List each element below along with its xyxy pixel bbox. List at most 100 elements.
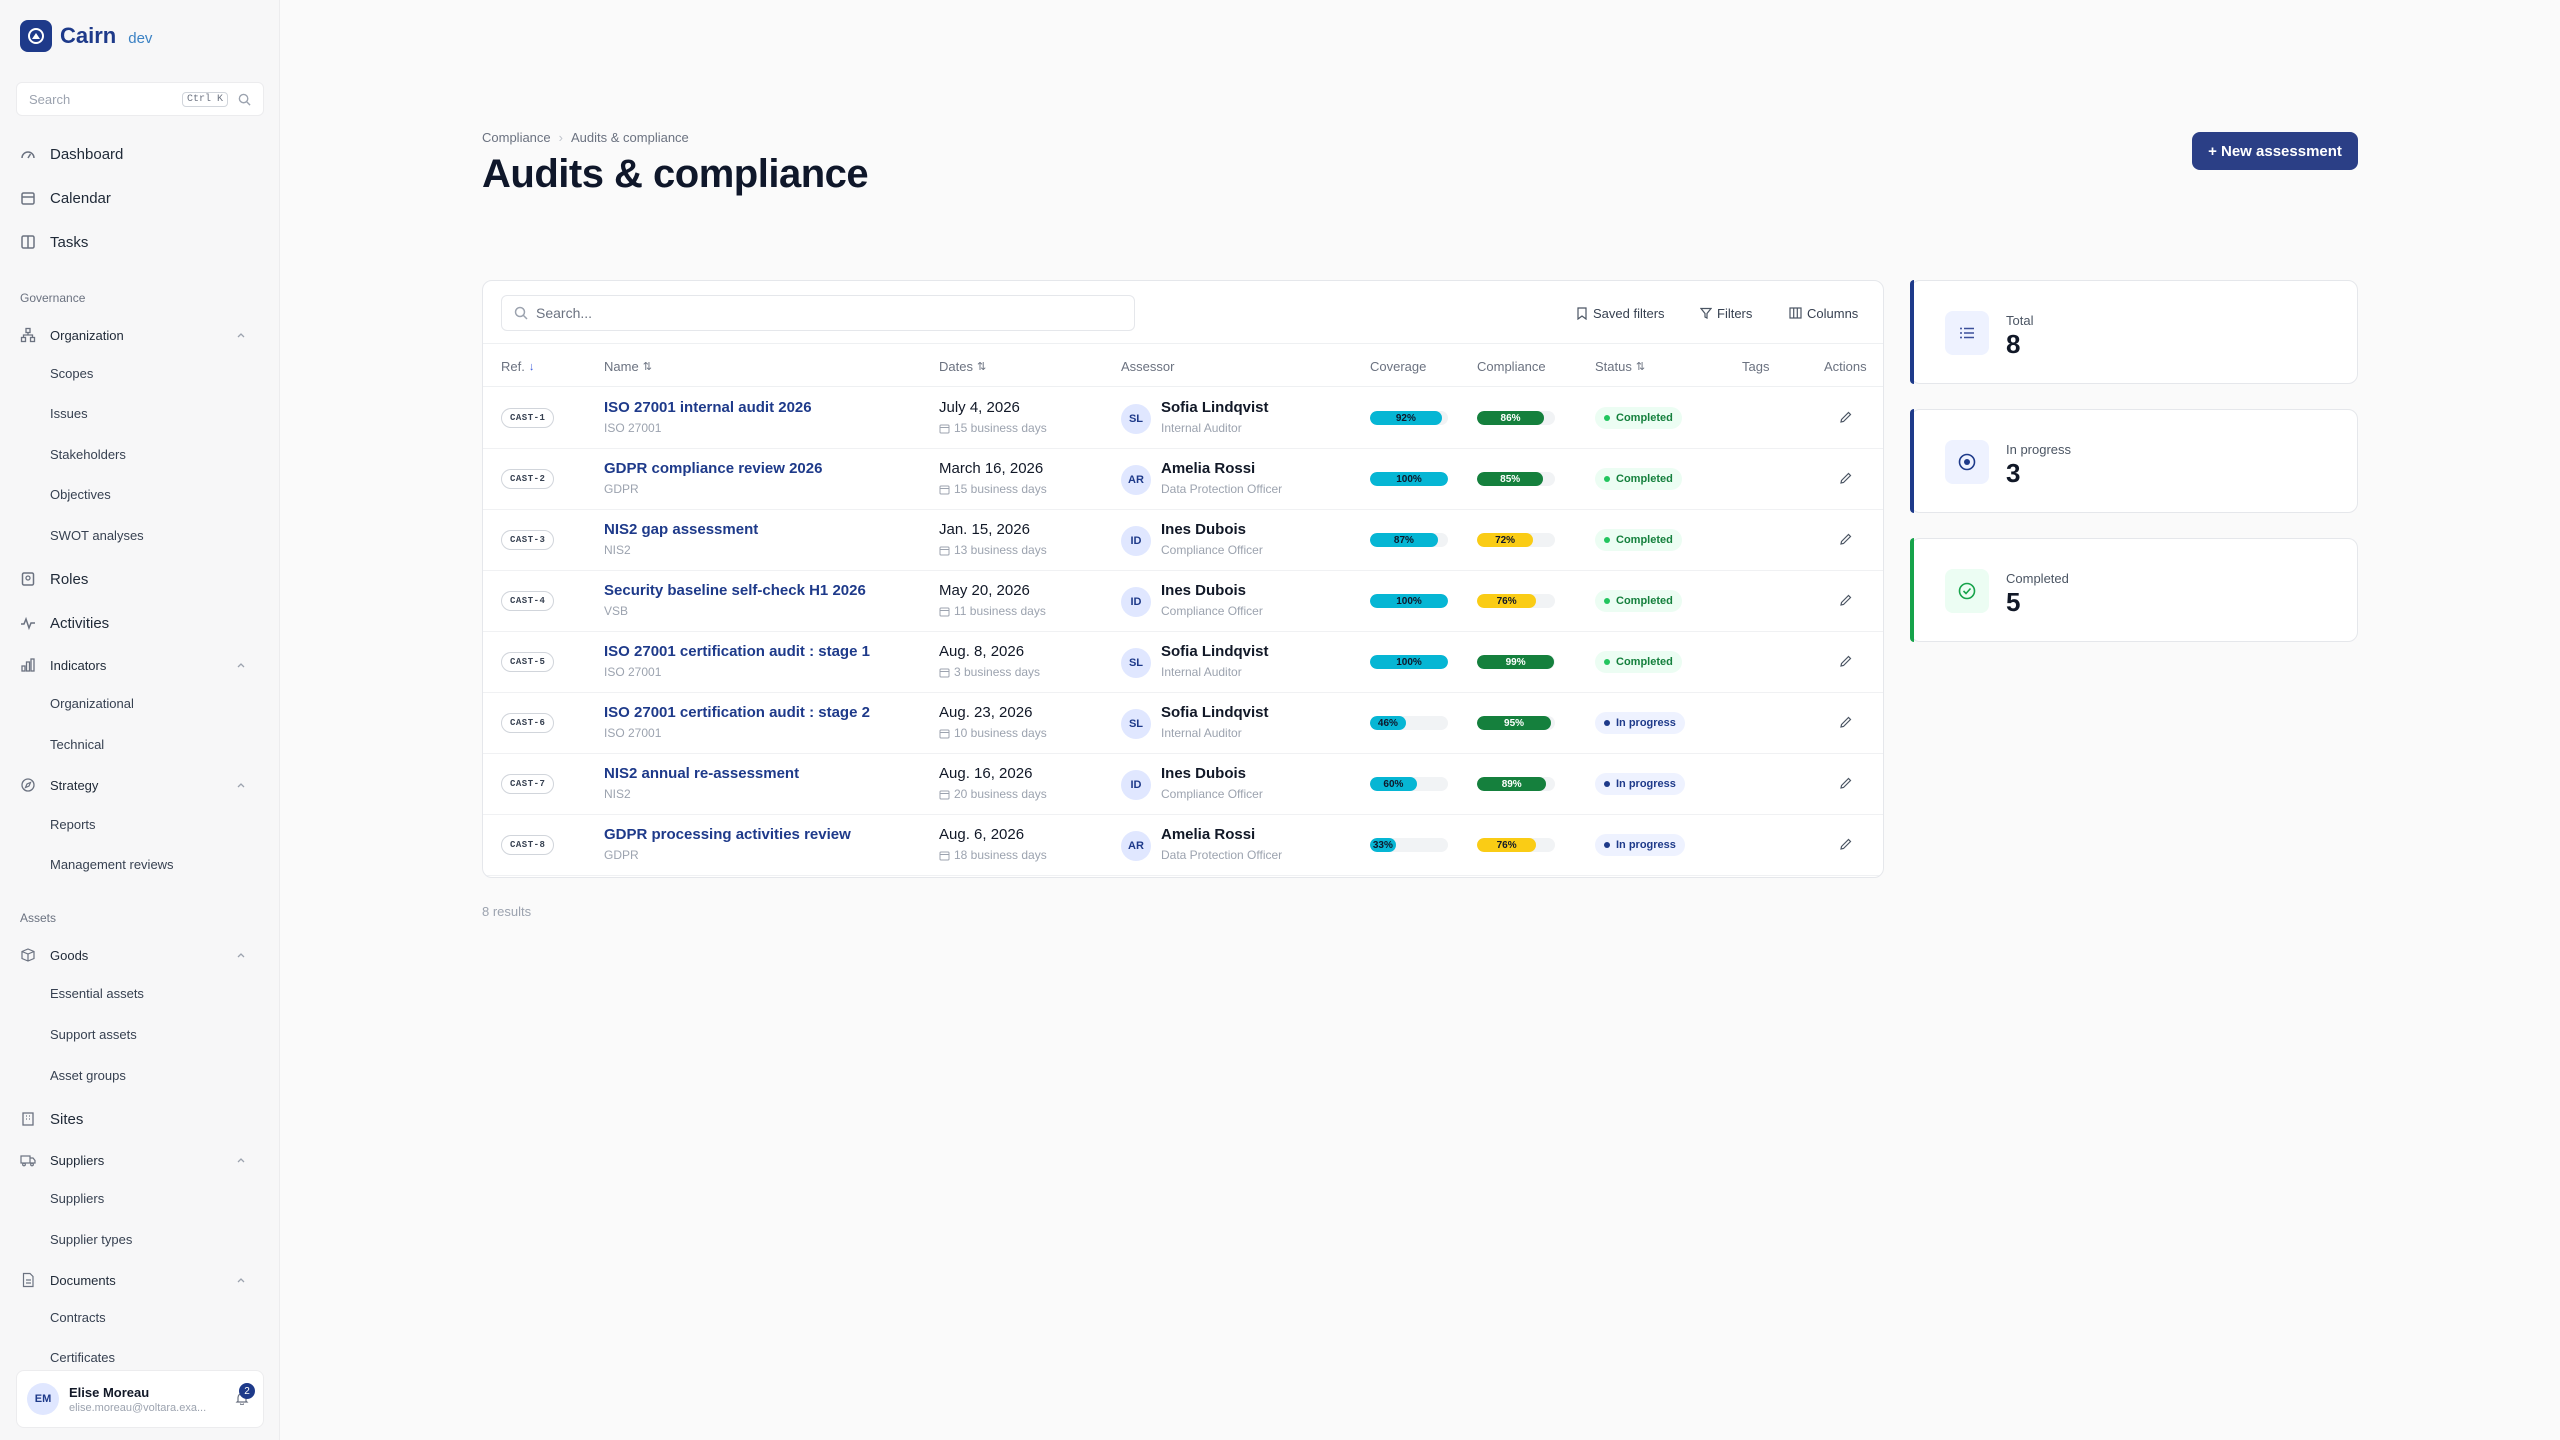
sidebar-item-management-reviews[interactable]: Management reviews xyxy=(50,857,174,872)
column-dates[interactable]: Dates ⇅ xyxy=(939,359,986,374)
edit-button[interactable] xyxy=(1839,593,1853,612)
new-assessment-button[interactable]: + New assessment xyxy=(2192,132,2358,170)
ref-badge: CAST-3 xyxy=(501,530,555,550)
avatar: AR xyxy=(1121,465,1151,495)
avatar: ID xyxy=(1121,587,1151,617)
sidebar-item-objectives[interactable]: Objectives xyxy=(50,487,111,502)
assessment-name-link[interactable]: NIS2 gap assessment xyxy=(604,521,758,538)
sidebar-item-reports[interactable]: Reports xyxy=(50,817,96,832)
brand[interactable]: Cairn dev xyxy=(20,20,152,52)
sidebar-item-supplier-types[interactable]: Supplier types xyxy=(50,1232,132,1247)
edit-button[interactable] xyxy=(1839,715,1853,734)
filters-button[interactable]: Filters xyxy=(1694,299,1758,327)
sidebar-item-issues[interactable]: Issues xyxy=(50,406,88,421)
calendar-icon xyxy=(939,851,950,860)
table-row[interactable]: CAST-6 ISO 27001 certification audit : st… xyxy=(483,693,1883,754)
stat-accent xyxy=(1910,538,1914,642)
table-row[interactable]: CAST-8 GDPR processing activities review G… xyxy=(483,815,1883,876)
sidebar-item-certificates[interactable]: Certificates xyxy=(50,1350,115,1365)
sidebar-item-strategy[interactable]: Strategy xyxy=(20,771,264,799)
sidebar-search-input[interactable]: Search Ctrl K xyxy=(16,82,264,116)
stat-card-in-progress[interactable]: In progress 3 xyxy=(1910,409,2358,513)
framework-label: GDPR xyxy=(604,482,639,496)
framework-label: ISO 27001 xyxy=(604,726,662,740)
roles-icon xyxy=(20,571,36,587)
stat-label: In progress xyxy=(2006,442,2072,457)
assessment-name-link[interactable]: GDPR processing activities review xyxy=(604,826,851,843)
sidebar-item-asset-groups[interactable]: Asset groups xyxy=(50,1068,126,1083)
edit-button[interactable] xyxy=(1839,471,1853,490)
saved-filters-label: Saved filters xyxy=(1593,305,1665,321)
start-date: May 20, 2026 xyxy=(939,582,1030,599)
table-row[interactable]: CAST-4 Security baseline self-check H1 20… xyxy=(483,571,1883,632)
sidebar-item-essential-assets[interactable]: Essential assets xyxy=(50,986,144,1001)
status-badge: In progress xyxy=(1595,773,1685,795)
sidebar-item-organizational[interactable]: Organizational xyxy=(50,696,134,711)
table-row[interactable]: CAST-7 NIS2 annual re-assessment NIS2 Aug. … xyxy=(483,754,1883,815)
assessment-name-link[interactable]: Security baseline self-check H1 2026 xyxy=(604,582,866,599)
sidebar-item-suppliers[interactable]: Suppliers xyxy=(20,1146,264,1174)
sidebar-item-technical[interactable]: Technical xyxy=(50,737,104,752)
columns-button[interactable]: Columns xyxy=(1783,299,1864,327)
edit-button[interactable] xyxy=(1839,532,1853,551)
sidebar-item-stakeholders[interactable]: Stakeholders xyxy=(50,447,126,462)
table-row[interactable]: CAST-2 GDPR compliance review 2026 GDPR Mar… xyxy=(483,449,1883,510)
assessor-role: Internal Auditor xyxy=(1161,726,1242,740)
column-ref[interactable]: Ref. ↓ xyxy=(501,359,534,374)
table-row[interactable]: CAST-5 ISO 27001 certification audit : st… xyxy=(483,632,1883,693)
sidebar-item-goods[interactable]: Goods xyxy=(20,941,264,969)
coverage-bar: 87% xyxy=(1370,533,1448,547)
assessment-name-link[interactable]: ISO 27001 certification audit : stage 2 xyxy=(604,704,870,721)
sidebar-item-scopes[interactable]: Scopes xyxy=(50,366,93,381)
edit-button[interactable] xyxy=(1839,837,1853,856)
sidebar-item-indicators[interactable]: Indicators xyxy=(20,651,264,679)
table-row[interactable]: CAST-3 NIS2 gap assessment NIS2 Jan. 15, 20… xyxy=(483,510,1883,571)
avatar: SL xyxy=(1121,648,1151,678)
edit-button[interactable] xyxy=(1839,776,1853,795)
compliance-bar: 85% xyxy=(1477,472,1555,486)
sidebar-item-label: Organization xyxy=(50,327,124,343)
table-row[interactable]: CAST-1 ISO 27001 internal audit 2026 ISO 2… xyxy=(483,388,1883,449)
compliance-bar-fill: 99% xyxy=(1477,655,1555,669)
table-search-input[interactable]: Search... xyxy=(501,295,1135,331)
sidebar-item-documents[interactable]: Documents xyxy=(20,1266,264,1294)
notifications-button[interactable]: 2 xyxy=(235,1383,255,1410)
duration-label: 20 business days xyxy=(954,787,1047,801)
edit-button[interactable] xyxy=(1839,410,1853,429)
column-name[interactable]: Name ⇅ xyxy=(604,359,652,374)
sidebar-item-swot-analyses[interactable]: SWOT analyses xyxy=(50,528,144,543)
sidebar-item-calendar[interactable]: Calendar xyxy=(20,184,111,212)
assessment-name-link[interactable]: ISO 27001 certification audit : stage 1 xyxy=(604,643,870,660)
edit-button[interactable] xyxy=(1839,654,1853,673)
calendar-icon xyxy=(939,668,950,677)
sidebar-item-tasks[interactable]: Tasks xyxy=(20,228,88,256)
sidebar-item-organization[interactable]: Organization xyxy=(20,321,264,349)
sidebar-item-support-assets[interactable]: Support assets xyxy=(50,1027,137,1042)
framework-label: ISO 27001 xyxy=(604,421,662,435)
stat-card-total[interactable]: Total 8 xyxy=(1910,280,2358,384)
saved-filters-button[interactable]: Saved filters xyxy=(1570,299,1671,327)
sidebar-item-activities[interactable]: Activities xyxy=(20,609,109,637)
stat-card-completed[interactable]: Completed 5 xyxy=(1910,538,2358,642)
coverage-value: 100% xyxy=(1396,595,1422,607)
assessment-name-link[interactable]: ISO 27001 internal audit 2026 xyxy=(604,399,812,416)
sidebar-item-sites[interactable]: Sites xyxy=(20,1105,83,1133)
pencil-icon xyxy=(1840,472,1852,484)
sidebar-item-contracts[interactable]: Contracts xyxy=(50,1310,106,1325)
sidebar-item-dashboard[interactable]: Dashboard xyxy=(20,140,123,168)
duration: 13 business days xyxy=(939,543,1047,557)
column-status[interactable]: Status ⇅ xyxy=(1595,359,1645,374)
calendar-icon xyxy=(939,729,950,738)
assessor-role: Internal Auditor xyxy=(1161,421,1242,435)
sidebar-item-label: Roles xyxy=(50,570,89,588)
assessment-name-link[interactable]: GDPR compliance review 2026 xyxy=(604,460,822,477)
compliance-value: 76% xyxy=(1496,839,1517,851)
sidebar-item-roles[interactable]: Roles xyxy=(20,565,88,593)
user-card[interactable]: EM Elise Moreau elise.moreau@voltara.exa… xyxy=(16,1370,264,1428)
sidebar-item-label: Dashboard xyxy=(50,145,124,163)
status-badge: In progress xyxy=(1595,712,1685,734)
assessment-name-link[interactable]: NIS2 annual re-assessment xyxy=(604,765,799,782)
sidebar-item-suppliers-list[interactable]: Suppliers xyxy=(50,1191,104,1206)
status-dot-icon xyxy=(1604,415,1610,421)
breadcrumb-compliance[interactable]: Compliance xyxy=(482,130,551,145)
